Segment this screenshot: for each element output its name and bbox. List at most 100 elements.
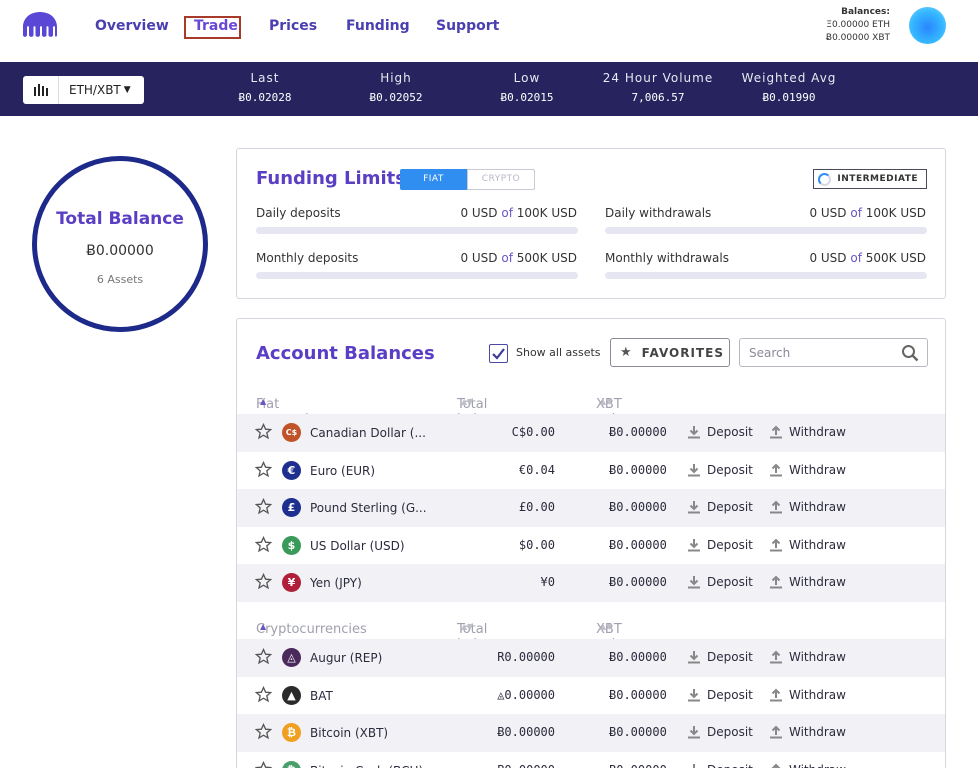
limit-value-daily-deposits: 0 USD of 100K USD — [460, 206, 577, 220]
limit-label-monthly-deposits: Monthly deposits — [256, 251, 359, 265]
asset-name: Yen (JPY) — [310, 576, 362, 590]
deposit-button[interactable]: Deposit — [687, 538, 753, 552]
table-row: ◬ Augur (REP) R0.00000 Ƀ0.00000 Deposit Withd… — [237, 639, 945, 677]
tab-crypto[interactable]: CRYPTO — [467, 169, 535, 190]
favorite-star-icon[interactable] — [255, 573, 272, 590]
asset-total-balance: ¥0 — [540, 575, 555, 589]
progress-ring-icon — [818, 172, 832, 186]
favorite-star-icon[interactable] — [255, 648, 272, 665]
asset-xbt-value: Ƀ0.00000 — [609, 650, 667, 664]
table-row: C$ Canadian Dollar (... C$0.00 Ƀ0.00000 Depo… — [237, 414, 945, 452]
asset-total-balance: R0.00000 — [497, 650, 555, 664]
asset-total-balance: $0.00 — [518, 537, 555, 552]
asset-name: Bitcoin Cash (BCH) — [310, 764, 423, 768]
favorite-star-icon[interactable] — [255, 760, 272, 768]
deposit-button[interactable]: Deposit — [687, 688, 753, 702]
deposit-button[interactable]: Deposit — [687, 463, 753, 477]
favorite-star-icon[interactable] — [255, 498, 272, 515]
deposit-button[interactable]: Deposit — [687, 763, 753, 768]
deposit-button[interactable]: Deposit — [687, 650, 753, 664]
canadian-dollar-icon: C$ — [282, 423, 301, 442]
app-root: Overview Trade Prices Funding Support Ba… — [0, 0, 978, 768]
table-row: € Euro (EUR) €0.04 Ƀ0.00000 Deposit Withdraw — [237, 452, 945, 490]
balance-eth: Ξ0.00000 ETH — [826, 20, 890, 30]
nav-support[interactable]: Support — [436, 18, 499, 34]
asset-xbt-value: Ƀ0.00000 — [609, 462, 667, 477]
asset-total-balance: Ƀ0.00000 — [497, 763, 555, 768]
funding-limits-panel: Funding Limits FIAT CRYPTO INTERMEDIATE … — [236, 148, 946, 299]
search-icon — [902, 345, 919, 362]
asset-name: Pound Sterling (G... — [310, 501, 427, 515]
checkmark-icon — [492, 348, 505, 360]
withdraw-button[interactable]: Withdraw — [769, 463, 846, 477]
verification-level-badge[interactable]: INTERMEDIATE — [813, 169, 927, 189]
asset-total-balance: €0.04 — [518, 462, 555, 477]
upload-icon — [770, 725, 782, 739]
bat-icon: ▲ — [282, 685, 301, 705]
download-icon — [688, 538, 700, 551]
asset-name: Bitcoin (XBT) — [310, 726, 389, 740]
caret-down-icon: ▼ — [123, 85, 131, 95]
withdraw-button[interactable]: Withdraw — [769, 500, 846, 514]
asset-xbt-value: Ƀ0.00000 — [609, 425, 667, 439]
upload-icon — [770, 650, 782, 664]
deposit-button[interactable]: Deposit — [687, 425, 753, 439]
withdraw-button[interactable]: Withdraw — [769, 763, 846, 768]
asset-xbt-value: Ƀ0.00000 — [609, 575, 667, 589]
nav-prices[interactable]: Prices — [269, 18, 317, 34]
upload-icon — [770, 463, 782, 476]
yen-icon: ¥ — [282, 573, 301, 592]
search-input[interactable]: Search — [739, 338, 928, 367]
deposit-button[interactable]: Deposit — [687, 725, 753, 739]
avatar[interactable] — [909, 7, 946, 44]
table-row: ¥ Yen (JPY) ¥0 Ƀ0.00000 Deposit Withdraw — [237, 564, 945, 602]
kraken-logo-icon[interactable] — [21, 11, 59, 39]
account-balances-panel: Account Balances Show all assets ★ FAVOR… — [236, 318, 946, 768]
ticker-volume: 24 Hour Volume 7,006.57 — [602, 71, 714, 104]
asset-xbt-value: Ƀ0.00000 — [609, 500, 667, 514]
asset-name: US Dollar (USD) — [310, 538, 405, 553]
table-row: ▲ BAT ◬0.00000 Ƀ0.00000 Deposit Withdraw — [237, 677, 945, 715]
withdraw-button[interactable]: Withdraw — [769, 650, 846, 664]
fiat-section-header: Fiat currencies▲ Total balance▲▼ XBT val… — [256, 397, 632, 427]
favorite-star-icon[interactable] — [255, 723, 272, 740]
favorite-star-icon[interactable] — [255, 423, 272, 440]
download-icon — [688, 426, 700, 439]
upload-icon — [770, 688, 782, 701]
limit-bar-daily-deposits — [256, 227, 578, 234]
table-row: £ Pound Sterling (G... £0.00 Ƀ0.00000 Deposi… — [237, 489, 945, 527]
total-balance-value: Ƀ0.00000 — [86, 243, 154, 259]
search-placeholder: Search — [749, 346, 791, 360]
nav-overview[interactable]: Overview — [95, 18, 169, 34]
limit-label-daily-withdrawals: Daily withdrawals — [605, 206, 712, 220]
tab-fiat[interactable]: FIAT — [400, 169, 467, 190]
euro-icon: € — [282, 460, 301, 480]
ticker-low: Low Ƀ0.02015 — [500, 71, 554, 104]
withdraw-button[interactable]: Withdraw — [769, 538, 846, 552]
withdraw-button[interactable]: Withdraw — [769, 425, 846, 439]
favorite-star-icon[interactable] — [255, 535, 272, 553]
favorite-star-icon[interactable] — [255, 685, 272, 703]
total-balance-assets: 6 Assets — [96, 273, 144, 286]
nav-funding[interactable]: Funding — [346, 18, 410, 34]
asset-xbt-value: Ƀ0.00000 — [609, 725, 667, 739]
ticker-last: Last Ƀ0.02028 — [238, 71, 292, 104]
augur-icon: ◬ — [282, 648, 301, 667]
withdraw-button[interactable]: Withdraw — [769, 575, 846, 589]
favorite-star-icon[interactable] — [255, 460, 272, 478]
ticker-bar: ETH/XBT ▼ Last Ƀ0.02028 High Ƀ0.02052 Lo… — [0, 62, 978, 116]
favorites-button[interactable]: ★ FAVORITES — [610, 338, 730, 367]
pair-selector-button[interactable]: ETH/XBT ▼ — [23, 76, 144, 104]
asset-xbt-value: Ƀ0.00000 — [609, 763, 667, 768]
show-all-assets-label: Show all assets — [516, 346, 601, 359]
us-dollar-icon: $ — [282, 535, 301, 555]
deposit-button[interactable]: Deposit — [687, 575, 753, 589]
deposit-button[interactable]: Deposit — [687, 500, 753, 514]
top-nav: Overview Trade Prices Funding Support Ba… — [0, 0, 978, 62]
withdraw-button[interactable]: Withdraw — [769, 725, 846, 739]
asset-name: Canadian Dollar (... — [310, 426, 426, 440]
limit-label-monthly-withdrawals: Monthly withdrawals — [605, 251, 729, 265]
show-all-assets-checkbox[interactable] — [489, 344, 508, 363]
header-balances: Balances: Ξ0.00000 ETH Ƀ0.00000 XBT — [826, 6, 890, 45]
withdraw-button[interactable]: Withdraw — [769, 688, 846, 702]
